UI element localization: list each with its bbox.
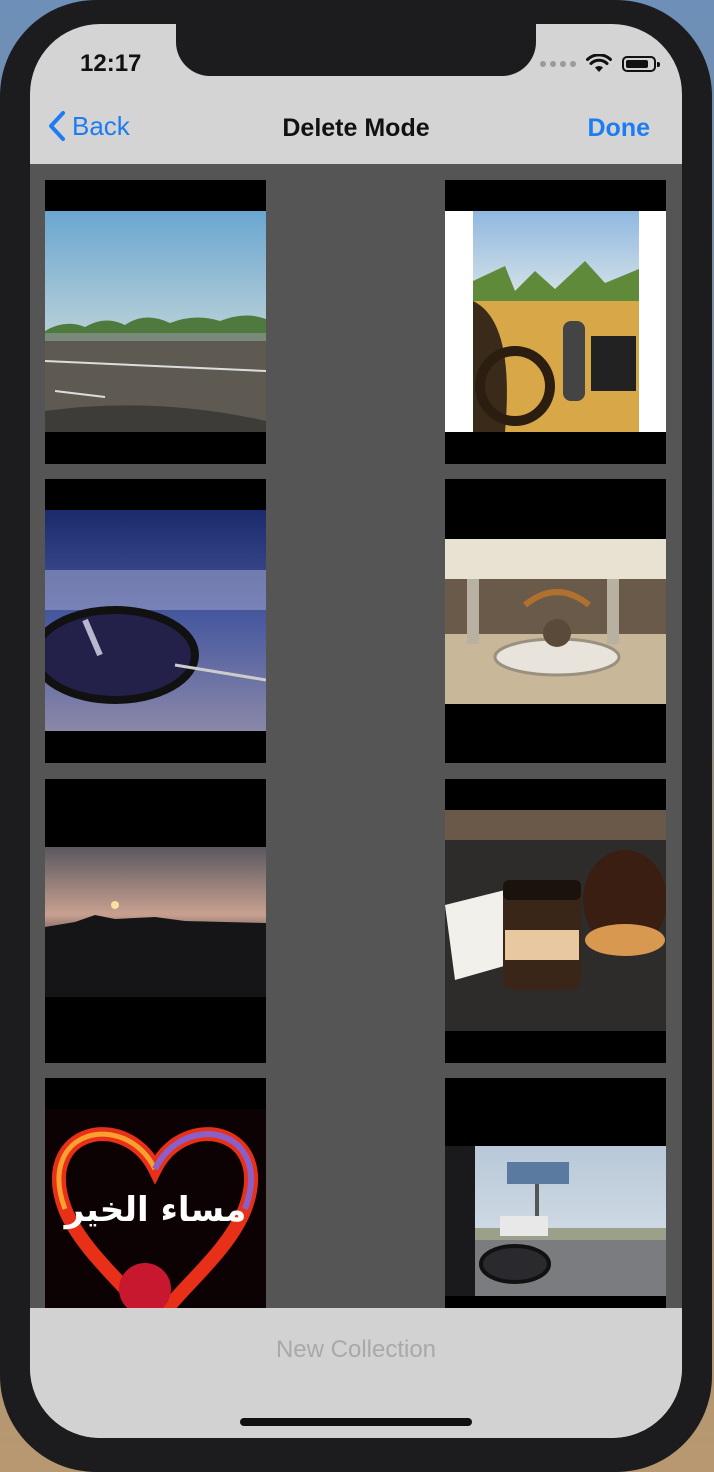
photo-cell[interactable]: [445, 1078, 666, 1308]
cellular-signal-icon: [540, 61, 576, 67]
screen: 12:17 Back Delete Mode Done مساء الخير N…: [30, 24, 682, 1438]
photo-thumbnail: [45, 510, 266, 731]
page-title: Delete Mode: [282, 114, 430, 142]
photo-overlay-text: مساء الخير: [64, 1190, 247, 1230]
photo-thumbnail: [445, 1146, 666, 1296]
navigation-bar: Back Delete Mode Done: [30, 104, 682, 164]
photo-cell[interactable]: [45, 479, 266, 763]
photo-cell[interactable]: [445, 479, 666, 763]
photo-cell[interactable]: مساء الخير: [45, 1078, 266, 1308]
done-button[interactable]: Done: [588, 114, 651, 143]
notch: [176, 24, 536, 76]
photo-cell[interactable]: [445, 180, 666, 464]
battery-icon: [622, 56, 660, 72]
photo-collection-grid: مساء الخير: [30, 164, 682, 1308]
photo-cell[interactable]: [45, 180, 266, 464]
device-frame: 12:17 Back Delete Mode Done مساء الخير N…: [0, 0, 712, 1472]
photo-thumbnail: [445, 810, 666, 1031]
photo-cell[interactable]: [445, 779, 666, 1063]
status-icons: [540, 54, 660, 74]
photo-cell[interactable]: [45, 779, 266, 1063]
photo-thumbnail: [45, 847, 266, 997]
status-time: 12:17: [80, 50, 142, 77]
new-collection-button[interactable]: New Collection: [30, 1336, 682, 1364]
photo-thumbnail: [445, 211, 666, 432]
photo-thumbnail: [445, 539, 666, 704]
photo-thumbnail: [45, 211, 266, 432]
wifi-icon: [586, 54, 612, 72]
home-indicator[interactable]: [240, 1418, 472, 1426]
